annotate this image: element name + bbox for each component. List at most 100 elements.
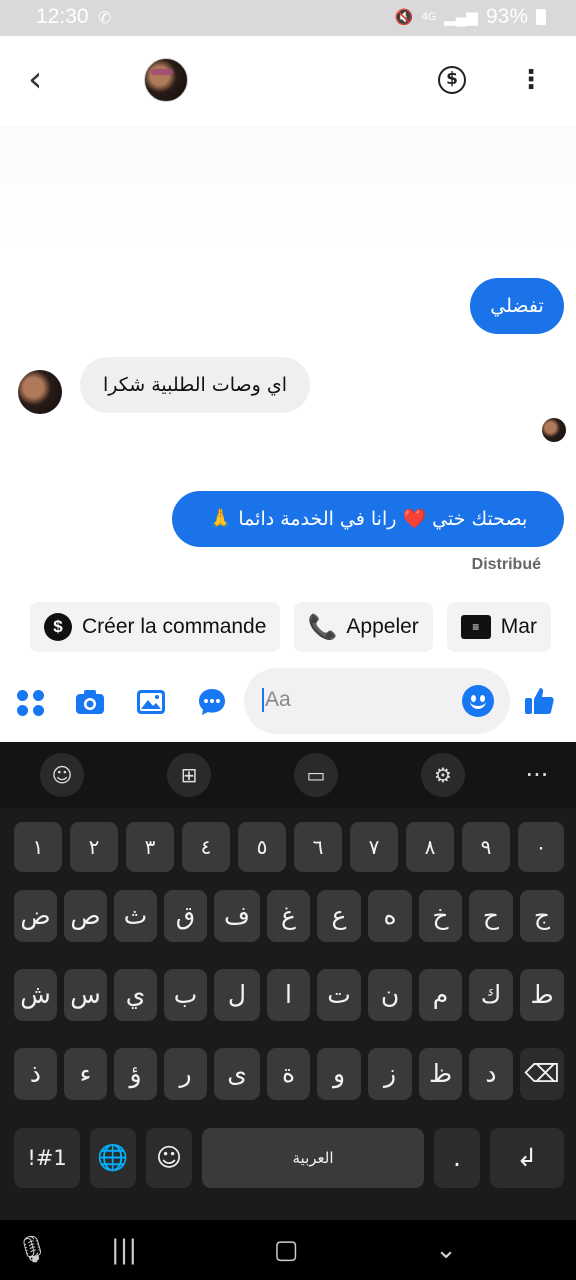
create-order-label: Créer la commande bbox=[82, 615, 267, 638]
enter-key[interactable]: ↲ bbox=[490, 1128, 564, 1188]
key[interactable]: ت bbox=[317, 969, 361, 1021]
emoji-key[interactable]: ☺ bbox=[146, 1128, 192, 1188]
key[interactable]: ق bbox=[164, 890, 207, 942]
call-status-icon: ✆ bbox=[98, 8, 112, 27]
message-outgoing[interactable]: بصحتك ختي ❤️ رانا في الخدمة دائما 🙏 bbox=[172, 491, 564, 547]
key[interactable]: ٧ bbox=[350, 822, 398, 872]
key[interactable]: ٠ bbox=[518, 822, 564, 872]
key[interactable]: ك bbox=[469, 969, 513, 1021]
more-options-button[interactable]: ⋮ bbox=[518, 64, 544, 96]
key[interactable]: غ bbox=[267, 890, 310, 942]
key[interactable]: ي bbox=[114, 969, 157, 1021]
contact-card-icon: ≡ bbox=[460, 615, 491, 639]
more-horizontal-icon[interactable]: ··· bbox=[522, 753, 552, 797]
keyboard-toolbar: ☺ ⊞ ▭ ⚙ ··· bbox=[0, 742, 576, 808]
backspace-key[interactable]: ⌫ bbox=[520, 1048, 564, 1100]
key[interactable]: ؤ bbox=[114, 1048, 157, 1100]
key[interactable]: ص bbox=[64, 890, 107, 942]
symbols-key[interactable]: !#1 bbox=[14, 1128, 80, 1188]
key[interactable]: ع bbox=[317, 890, 361, 942]
payment-button[interactable]: $ bbox=[438, 66, 466, 94]
key[interactable]: ل bbox=[214, 969, 260, 1021]
key[interactable]: ٢ bbox=[70, 822, 118, 872]
key[interactable]: ا bbox=[267, 969, 310, 1021]
key[interactable]: ء bbox=[64, 1048, 107, 1100]
image-icon[interactable] bbox=[135, 686, 167, 718]
camera-icon[interactable] bbox=[74, 686, 106, 718]
key[interactable]: ث bbox=[114, 890, 157, 942]
hide-keyboard-button[interactable]: ⌄ bbox=[426, 1230, 466, 1270]
contact-avatar-header[interactable] bbox=[144, 58, 188, 102]
key[interactable]: خ bbox=[419, 890, 462, 942]
battery-percentage: 93% bbox=[485, 5, 528, 28]
call-button[interactable]: 📞 Appeler bbox=[294, 602, 433, 652]
space-bar[interactable]: العربية bbox=[202, 1128, 424, 1188]
key[interactable]: ح bbox=[469, 890, 513, 942]
key[interactable]: ٩ bbox=[462, 822, 510, 872]
contact-card-label: Mar bbox=[500, 615, 537, 638]
key[interactable]: ة bbox=[267, 1048, 310, 1100]
key[interactable]: ز bbox=[368, 1048, 412, 1100]
key[interactable]: م bbox=[419, 969, 462, 1021]
key[interactable]: ض bbox=[14, 890, 57, 942]
key[interactable]: ج bbox=[520, 890, 564, 942]
key[interactable]: ط bbox=[520, 969, 564, 1021]
status-time: 12:30 bbox=[36, 5, 89, 28]
key[interactable]: ٨ bbox=[406, 822, 454, 872]
backspace-icon: ⌫ bbox=[524, 1059, 560, 1088]
home-button[interactable]: ▢ bbox=[266, 1230, 306, 1270]
message-composer: Aa bbox=[0, 666, 576, 742]
key[interactable]: د bbox=[469, 1048, 513, 1100]
battery-icon bbox=[536, 9, 546, 25]
chevron-left-icon: ‹ bbox=[28, 59, 43, 100]
chat-header: ‹ $ ⋮ bbox=[0, 36, 576, 126]
key[interactable]: ٤ bbox=[182, 822, 230, 872]
mute-icon: 🔇 bbox=[394, 9, 414, 26]
clipboard-icon[interactable]: ▭ bbox=[294, 753, 338, 797]
message-input[interactable]: Aa bbox=[244, 668, 510, 734]
system-nav-bar: 🎙 ||| ▢ ⌄ bbox=[0, 1220, 576, 1280]
back-button[interactable]: ‹ bbox=[28, 60, 62, 100]
apps-icon[interactable] bbox=[15, 686, 47, 718]
emoji-icon: ☺ bbox=[155, 1143, 183, 1172]
microphone-icon[interactable]: 🎙 bbox=[12, 1230, 52, 1270]
key[interactable]: و bbox=[317, 1048, 361, 1100]
key[interactable]: س bbox=[64, 969, 107, 1021]
message-incoming[interactable]: اي وصات الطلبية شكرا bbox=[80, 357, 310, 413]
key[interactable]: ر bbox=[164, 1048, 207, 1100]
more-vertical-icon: ⋮ bbox=[518, 65, 544, 95]
quick-actions-row: $ Créer la commande 📞 Appeler ≡ Mar bbox=[30, 602, 551, 652]
period-key[interactable]: . bbox=[434, 1128, 480, 1188]
messenger-screen: 12:30 ✆ 🔇 4G ▂▄▆ 93% ‹ $ ⋮ تفضلي اي وصات… bbox=[0, 0, 576, 1280]
key[interactable]: ف bbox=[214, 890, 260, 942]
key[interactable]: ن bbox=[368, 969, 412, 1021]
call-label: Appeler bbox=[346, 615, 419, 638]
globe-icon: 🌐 bbox=[97, 1143, 129, 1172]
create-order-button[interactable]: $ Créer la commande bbox=[30, 602, 281, 652]
translate-icon[interactable]: ⊞ bbox=[167, 753, 211, 797]
key[interactable]: ب bbox=[164, 969, 207, 1021]
key[interactable]: ١ bbox=[14, 822, 62, 872]
network-type: 4G bbox=[421, 11, 437, 23]
message-input-placeholder: Aa bbox=[262, 688, 291, 712]
contact-avatar[interactable] bbox=[18, 370, 62, 414]
emoji-icon[interactable]: ☺ bbox=[40, 753, 84, 797]
language-key[interactable]: 🌐 bbox=[90, 1128, 136, 1188]
key[interactable]: ٣ bbox=[126, 822, 174, 872]
key[interactable]: ه bbox=[368, 890, 412, 942]
contact-card-button[interactable]: ≡ Mar bbox=[446, 602, 551, 652]
return-icon: ↲ bbox=[516, 1143, 538, 1172]
recent-apps-button[interactable]: ||| bbox=[104, 1230, 144, 1270]
key[interactable]: ى bbox=[214, 1048, 260, 1100]
key[interactable]: ذ bbox=[14, 1048, 57, 1100]
settings-icon[interactable]: ⚙ bbox=[421, 753, 465, 797]
message-outgoing[interactable]: تفضلي bbox=[470, 278, 564, 334]
emoji-icon[interactable] bbox=[462, 685, 494, 717]
thumbs-up-icon[interactable] bbox=[522, 684, 556, 718]
read-receipt-avatar bbox=[542, 418, 566, 442]
key[interactable]: ٦ bbox=[294, 822, 342, 872]
key[interactable]: ظ bbox=[419, 1048, 462, 1100]
chat-bubble-icon[interactable] bbox=[196, 686, 228, 718]
key[interactable]: ٥ bbox=[238, 822, 286, 872]
key[interactable]: ش bbox=[14, 969, 57, 1021]
